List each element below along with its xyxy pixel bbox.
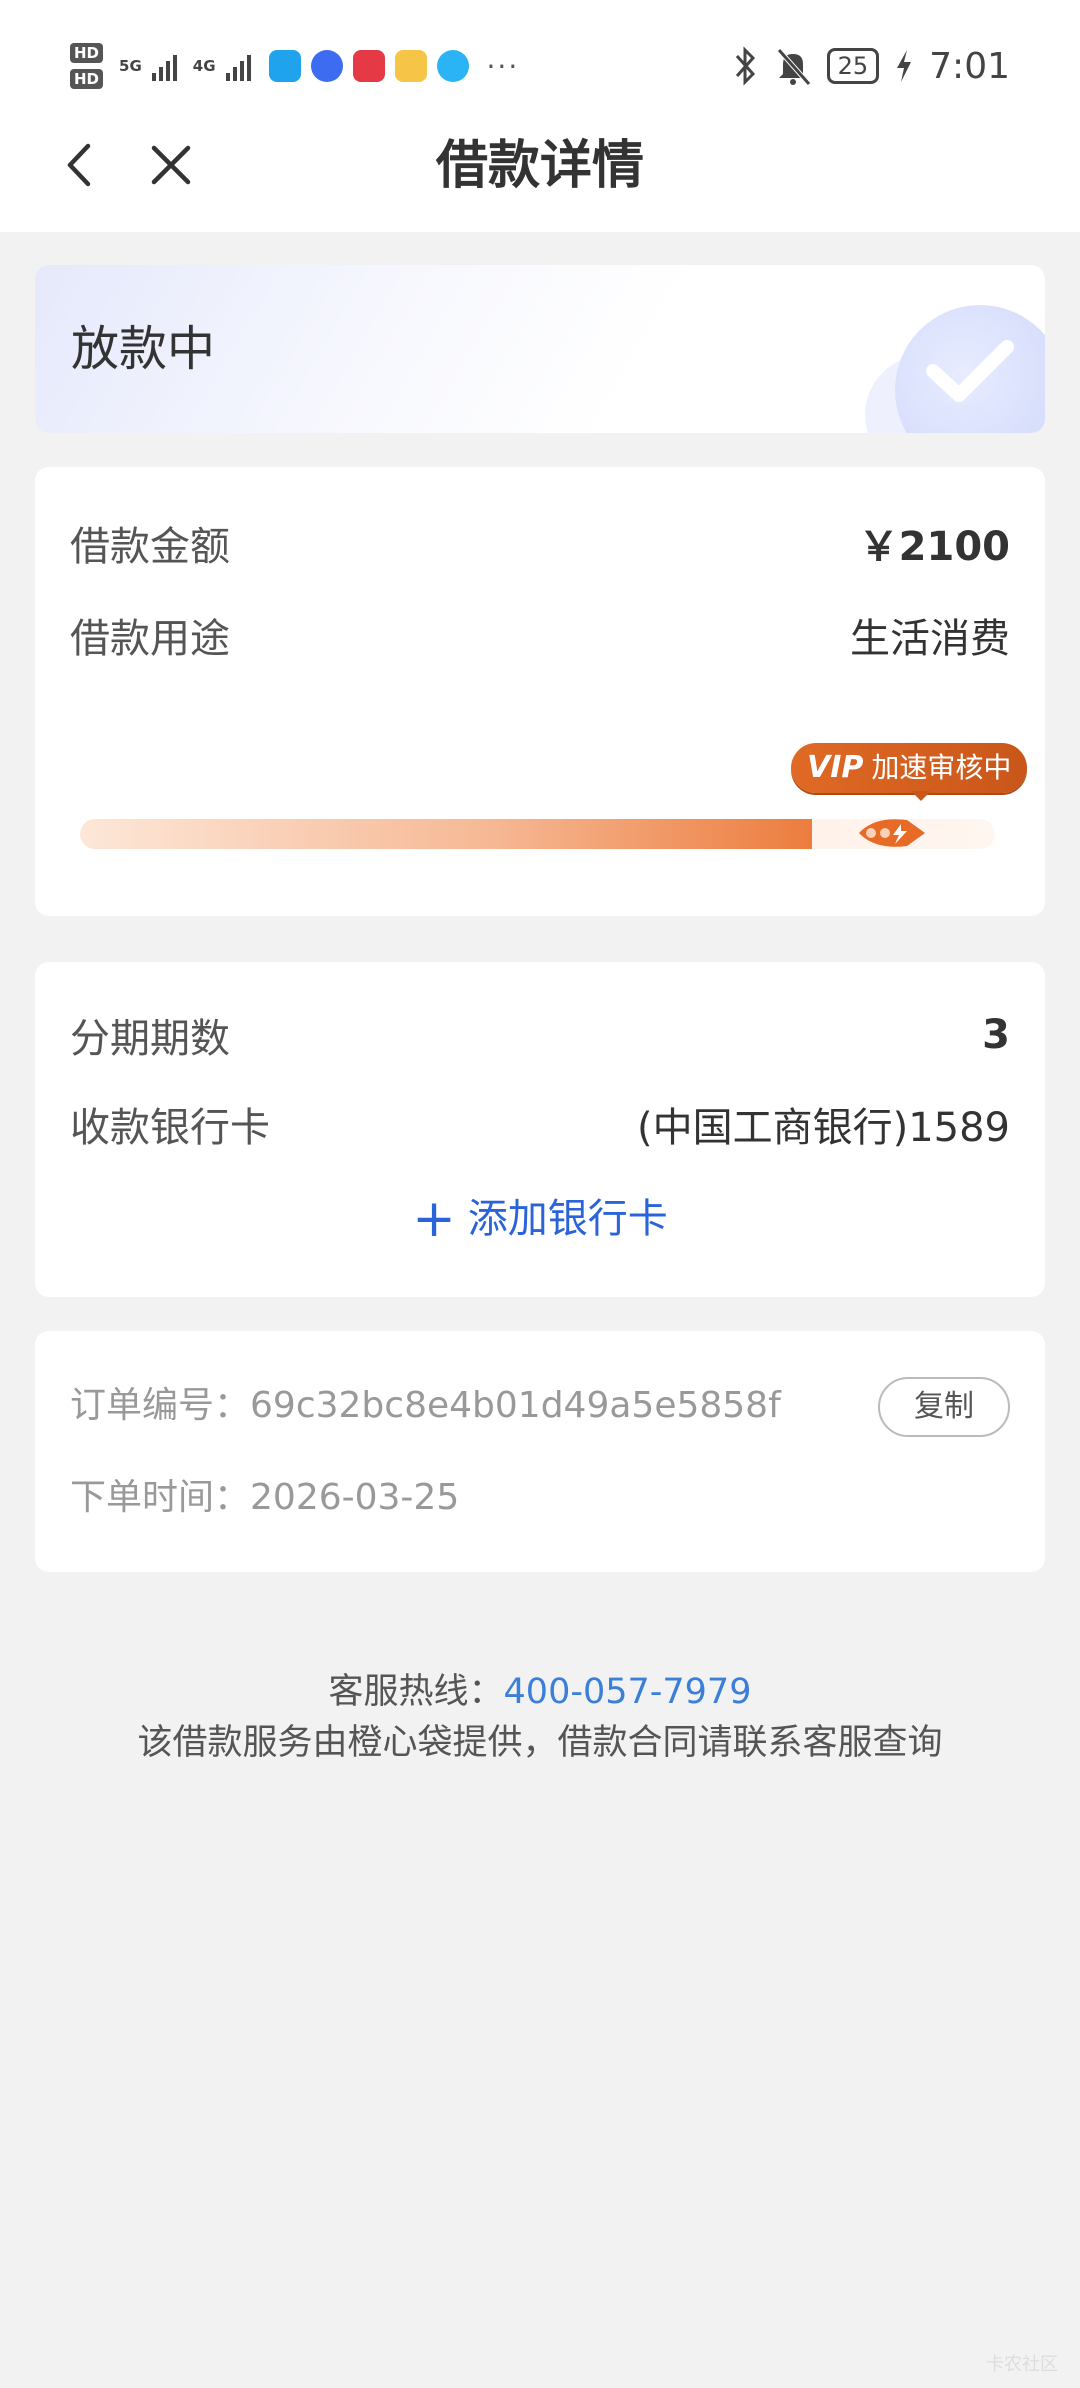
app-notification-icon-4 [394,50,427,82]
installments-value: 3 [982,1012,1010,1058]
order-number-row: 订单编号：69c32bc8e4b01d49a5e5858f [70,1381,781,1431]
status-bar-right: 25 7:01 [731,40,1010,92]
hotline-label: 客服热线： [328,1672,504,1712]
app-notification-icon-5 [436,50,469,82]
rocket-icon [859,819,925,847]
battery-icon: 25 [826,48,880,84]
loan-status-text: 放款中 [71,321,216,377]
hotline-number-link[interactable]: 400-057-7979 [504,1672,752,1712]
vip-review-badge: VIP 加速审核中 [791,743,1028,793]
bank-card-label: 收款银行卡 [70,1105,270,1151]
hd-indicators: HD HD [70,43,104,89]
signal-icon [151,51,177,81]
bank-info-card: 分期期数 3 收款银行卡 (中国工商银行)1589 + 添加银行卡 [35,962,1045,1297]
loan-purpose-value: 生活消费 [850,616,1010,662]
loan-amount-value: ￥2100 [858,524,1010,570]
nav-bar: 借款详情 [0,100,1080,232]
status-bar-left: HD HD 5G 4G ··· [70,36,519,96]
charging-icon [897,50,912,82]
order-number-value: 69c32bc8e4b01d49a5e5858f [250,1385,781,1426]
status-check-badge [895,305,1045,433]
loan-status-card: 放款中 [35,265,1045,433]
vip-badge-pointer [911,791,931,801]
hd-badge-2: HD [70,69,104,89]
copy-order-number-button[interactable]: 复制 [878,1377,1010,1437]
app-notification-icon-1 [268,50,301,82]
app-notification-icon-3 [352,50,385,82]
signal-icon-2 [225,51,251,81]
order-time-label: 下单时间： [70,1477,251,1518]
add-bank-card-button[interactable]: + 添加银行卡 [35,1187,1045,1247]
mute-icon [776,48,811,86]
clock-time: 7:01 [929,45,1010,87]
check-icon [926,340,1014,402]
order-info-card: 订单编号：69c32bc8e4b01d49a5e5858f 复制 下单时间：20… [35,1331,1045,1572]
installments-label: 分期期数 [70,1016,230,1062]
bluetooth-icon [735,46,755,86]
order-time-row: 下单时间：2026-03-25 [70,1473,459,1523]
vip-review-text: 加速审核中 [871,751,1012,784]
order-time-value: 2026-03-25 [250,1477,460,1518]
order-number-label: 订单编号： [70,1385,251,1426]
loan-amount-label: 借款金额 [70,524,230,570]
plus-icon: + [412,1189,456,1249]
network-4g-label: 4G [192,57,216,75]
network-5g-label: 5G [119,57,142,75]
service-provider-note: 该借款服务由橙心袋提供，借款合同请联系客服查询 [137,1723,943,1763]
app-notification-icon-2 [310,50,343,82]
loan-purpose-label: 借款用途 [70,616,230,662]
add-bank-card-label: 添加银行卡 [467,1196,668,1242]
more-notifications-icon: ··· [486,49,520,83]
bank-card-value: (中国工商银行)1589 [636,1105,1010,1151]
loan-info-card: 借款金额 ￥2100 借款用途 生活消费 VIP 加速审核中 [35,467,1045,916]
vip-mark: VIP [807,750,864,785]
page-title: 借款详情 [435,136,644,196]
watermark: 卡农社区 [986,2354,1058,2375]
customer-service-hotline: 客服热线：400-057-7979 [0,1667,1080,1717]
hd-badge-1: HD [70,43,104,63]
